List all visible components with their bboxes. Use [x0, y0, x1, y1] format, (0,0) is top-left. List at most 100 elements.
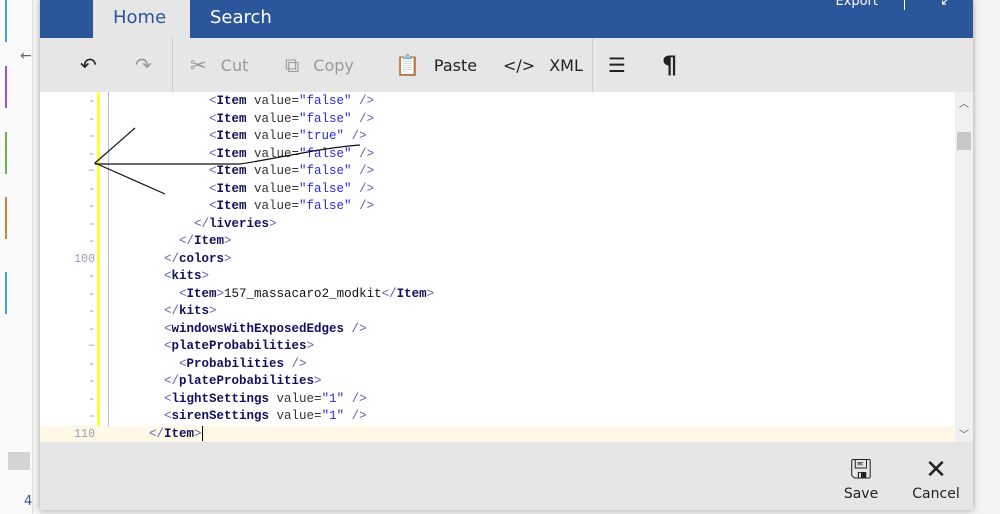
paste-label: Paste: [433, 55, 478, 75]
ribbon-header: Home Search Export ↙: [40, 0, 973, 38]
tag-name: Item: [396, 286, 427, 301]
code-line[interactable]: - <windowsWithExposedEdges />: [40, 321, 955, 339]
code-text: </liveries>: [194, 216, 277, 234]
punctuation: >: [269, 216, 277, 231]
code-line[interactable]: - <lightSettings value="1" />: [40, 391, 955, 409]
close-icon: ✕: [925, 455, 947, 485]
code-text: <Item value="false" />: [209, 111, 374, 129]
cut-button[interactable]: ✂ Cut: [190, 38, 248, 92]
tab-search[interactable]: Search: [190, 0, 292, 38]
code-line[interactable]: − <Item value="false" />: [40, 163, 955, 181]
punctuation: </: [179, 234, 195, 248]
code-text: <Item value="true" />: [209, 128, 367, 146]
code-line[interactable]: - <Item value="false" />: [40, 111, 955, 129]
code-line[interactable]: - </plateProbabilities>: [40, 373, 955, 391]
code-text: </plateProbabilities>: [164, 373, 322, 391]
code-line[interactable]: - <Item>157_massacaro2_modkit</Item>: [40, 286, 955, 304]
punctuation: <: [164, 409, 172, 423]
code-text: </Item>: [149, 425, 203, 443]
code-text: <kits>: [164, 268, 209, 286]
code-line[interactable]: − <plateProbabilities>: [40, 338, 955, 356]
punctuation: >: [224, 234, 232, 248]
code-line[interactable]: - <Probabilities />: [40, 356, 955, 374]
tag-name: liveries: [209, 216, 270, 231]
export-button[interactable]: Export: [835, 0, 878, 9]
line-number: -: [88, 357, 95, 371]
tag-name: Item: [216, 199, 247, 213]
background-window: 4: [0, 0, 33, 514]
tag-name: Probabilities: [186, 356, 285, 371]
scroll-up-icon[interactable]: ︿: [955, 95, 973, 110]
code-text: <Probabilities />: [179, 356, 307, 374]
line-number: -: [88, 270, 95, 283]
line-number: 110: [74, 427, 95, 441]
code-line[interactable]: 110 </Item>: [40, 425, 955, 443]
vertical-scrollbar[interactable]: ︿ ﹀: [955, 92, 973, 442]
code-line[interactable]: - <sirenSettings value="1" />: [40, 408, 955, 426]
code-editor[interactable]: - <Item value="false" /> - <Item value="fal…: [40, 92, 955, 442]
punctuation: />: [351, 164, 375, 178]
scroll-down-icon[interactable]: ﹀: [955, 426, 973, 441]
code-line[interactable]: - </liveries>: [40, 216, 955, 234]
tag-name: Item: [194, 234, 225, 248]
code-text: </colors>: [164, 251, 232, 269]
divider: [592, 38, 593, 92]
code-line[interactable]: - <Item value="false" />: [40, 181, 955, 199]
pilcrow-button[interactable]: ¶: [662, 38, 691, 92]
code-line[interactable]: - <Item value="false" />: [40, 93, 955, 111]
attribute-value: "1": [321, 391, 345, 406]
cancel-button[interactable]: ✕ Cancel: [906, 454, 966, 502]
tag-name: colors: [179, 251, 225, 266]
tag-name: Item: [164, 426, 195, 441]
punctuation: />: [351, 199, 375, 213]
punctuation: <: [164, 339, 172, 353]
save-button[interactable]: 🖫 Save: [831, 454, 891, 502]
back-arrow-icon[interactable]: ←: [20, 48, 32, 64]
attribute-name: value=: [269, 409, 322, 423]
code-line[interactable]: - <Item value="false" />: [40, 198, 955, 216]
word-wrap-button[interactable]: ☰: [608, 38, 640, 92]
code-text: <plateProbabilities>: [164, 338, 314, 356]
xml-button[interactable]: </> XML: [503, 38, 583, 92]
scrollbar-thumb[interactable]: [957, 132, 971, 150]
punctuation: <: [179, 356, 187, 371]
tag-name: kits: [171, 269, 202, 283]
code-line[interactable]: - <kits>: [40, 268, 955, 286]
code-text: </kits>: [164, 303, 217, 321]
xml-editor-dialog: Home Search Export ↙ ↶ ↷ ✂ Cut ⧉ Copy 📋 Pas…: [40, 0, 973, 510]
copy-button[interactable]: ⧉ Copy: [285, 38, 354, 92]
punctuation: </: [164, 304, 180, 318]
tab-home[interactable]: Home: [93, 0, 190, 38]
copy-label: Copy: [313, 55, 354, 75]
attribute-name: value=: [246, 129, 300, 143]
redo-button[interactable]: ↷: [135, 38, 166, 92]
punctuation: >: [224, 251, 232, 266]
tag-name: Item: [216, 111, 247, 126]
attribute-value: "false": [299, 199, 352, 213]
punctuation: />: [351, 94, 375, 108]
code-line[interactable]: - <Item value="true" />: [40, 128, 955, 146]
punctuation: >: [426, 286, 435, 301]
color-marker: [5, 197, 7, 239]
tag-name: lightSettings: [171, 391, 270, 406]
punctuation: />: [351, 146, 375, 161]
paste-button[interactable]: 📋 Paste: [395, 38, 477, 92]
save-icon: 🖫: [849, 455, 873, 485]
expand-icon[interactable]: ↙: [940, 0, 951, 9]
tag-name: Item: [216, 146, 247, 161]
code-line[interactable]: - </kits>: [40, 303, 955, 321]
punctuation: >: [201, 269, 210, 283]
divider: [904, 0, 905, 10]
attribute-value: "false": [299, 164, 352, 178]
line-number: -: [88, 287, 95, 301]
line-number: -: [88, 130, 95, 143]
dialog-footer: 🖫 Save ✕ Cancel: [40, 442, 973, 510]
attribute-value: "false": [299, 111, 352, 126]
code-line[interactable]: - <Item value="false" />: [40, 146, 955, 164]
code-line[interactable]: - </Item>: [40, 233, 955, 251]
line-number: −: [88, 340, 95, 353]
punctuation: >: [194, 426, 202, 441]
line-number: -: [88, 392, 95, 406]
undo-button[interactable]: ↶: [80, 38, 111, 92]
code-line[interactable]: 100 </colors>: [40, 251, 955, 269]
